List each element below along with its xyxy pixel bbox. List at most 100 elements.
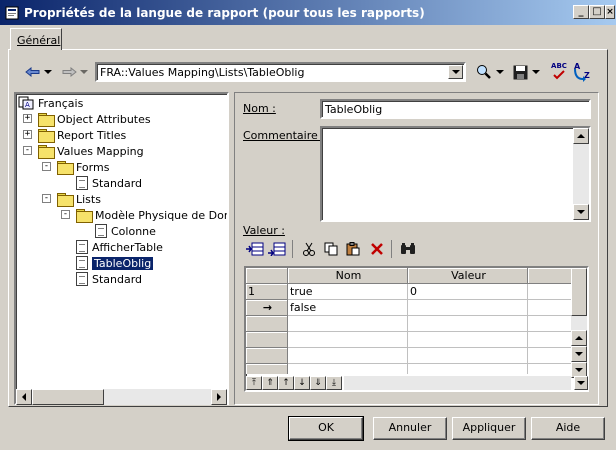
find-row-button[interactable]	[397, 239, 419, 259]
row-header[interactable]	[246, 364, 288, 374]
tree-item-root[interactable]: A Français	[18, 95, 83, 111]
move-down-button[interactable]: ↓	[294, 376, 310, 390]
chevron-up-icon	[575, 336, 583, 340]
tree-item[interactable]: Colonne	[95, 223, 156, 239]
grid-scroll-up[interactable]	[571, 330, 587, 346]
tree-item[interactable]: Forms	[57, 159, 109, 175]
insert-row-button[interactable]	[244, 239, 266, 259]
scroll-thumb[interactable]	[32, 389, 104, 405]
expand-icon[interactable]: +	[23, 114, 32, 123]
tree-item[interactable]: AfficherTable	[76, 239, 163, 255]
delete-button[interactable]	[366, 239, 388, 259]
move-up-page-button[interactable]: ⇑	[262, 376, 278, 390]
grid-cell-empty	[528, 300, 571, 316]
move-top-button[interactable]: ⤒	[246, 376, 262, 390]
tree-item[interactable]: Standard	[76, 271, 142, 287]
tree-horizontal-scrollbar[interactable]	[16, 389, 227, 405]
row-header[interactable]	[246, 348, 288, 364]
delete-icon	[371, 243, 383, 255]
name-field[interactable]: TableOblig	[320, 99, 591, 119]
copy-button[interactable]	[320, 239, 342, 259]
expand-icon[interactable]: +	[23, 130, 32, 139]
back-dropdown-icon[interactable]	[44, 70, 52, 74]
grid-scroll-thumb[interactable]	[571, 268, 587, 316]
name-field-value: TableOblig	[325, 103, 383, 116]
grid-cell-valeur[interactable]	[408, 348, 528, 364]
grid-cell-nom[interactable]	[288, 316, 408, 332]
grid-cell-nom[interactable]	[288, 348, 408, 364]
path-dropdown-button[interactable]	[448, 65, 463, 79]
tree-item[interactable]: TableOblig	[76, 255, 154, 271]
collapse-icon[interactable]: -	[61, 210, 70, 219]
close-button[interactable]: ×	[605, 5, 615, 19]
move-bottom-button[interactable]: ⤓	[326, 376, 342, 390]
find-dropdown-icon[interactable]	[496, 70, 504, 74]
row-header[interactable]: 1	[246, 284, 288, 300]
sort-icon: A Z	[572, 62, 594, 82]
tree-item[interactable]: Lists	[57, 191, 101, 207]
ok-button[interactable]: OK	[288, 416, 364, 441]
add-row-button[interactable]	[266, 239, 288, 259]
grid-cell-nom[interactable]	[288, 332, 408, 348]
apply-button[interactable]: Appliquer	[452, 417, 526, 440]
grid-cell-nom[interactable]: true	[288, 284, 408, 300]
scroll-left-button[interactable]	[16, 389, 32, 405]
tree-item-label: Colonne	[111, 224, 156, 238]
grid-cell-valeur[interactable]: 0	[408, 284, 528, 300]
paste-button[interactable]	[342, 239, 364, 259]
grid-cell-valeur[interactable]	[408, 300, 528, 316]
comment-field[interactable]	[320, 126, 591, 222]
cut-button[interactable]	[298, 239, 320, 259]
tree-item[interactable]: Values Mapping	[38, 143, 144, 159]
tree-item[interactable]: Standard	[76, 175, 142, 191]
grid-cell-nom[interactable]	[288, 364, 408, 374]
row-header[interactable]	[246, 316, 288, 332]
comment-scroll-up[interactable]	[573, 128, 589, 144]
grid-cell-nom[interactable]: false	[288, 300, 408, 316]
tab-general[interactable]: Général	[10, 28, 62, 50]
column-header-valeur[interactable]: Valeur	[408, 268, 528, 284]
minimize-button[interactable]: _	[573, 5, 589, 19]
back-button[interactable]	[22, 63, 44, 81]
chevron-down-icon	[577, 381, 585, 385]
row-header[interactable]	[246, 332, 288, 348]
collapse-icon[interactable]: -	[42, 162, 51, 171]
column-header-nom[interactable]: Nom	[288, 268, 408, 284]
values-grid[interactable]: Nom Valeur 1 true 0 → false	[244, 266, 589, 392]
find-button[interactable]	[474, 62, 494, 82]
move-up-button[interactable]: ↑	[278, 376, 294, 390]
tree-item[interactable]: Modèle Physique de Données	[76, 207, 227, 223]
cancel-button[interactable]: Annuler	[373, 417, 447, 440]
tree-item[interactable]: Report Titles	[38, 127, 126, 143]
maximize-button[interactable]: □	[589, 5, 605, 19]
collapse-icon[interactable]: -	[23, 146, 32, 155]
grid-horizontal-scrollbar[interactable]	[344, 376, 571, 390]
folder-icon	[38, 145, 55, 159]
scroll-right-button[interactable]	[211, 389, 227, 405]
grid-scroll-right[interactable]	[574, 376, 588, 390]
path-combo[interactable]: FRA::Values Mapping\Lists\TableOblig	[95, 62, 466, 82]
row-header[interactable]: →	[246, 300, 288, 316]
comment-scroll-track[interactable]	[573, 144, 589, 204]
grid-cell-valeur[interactable]	[408, 364, 528, 374]
move-down-page-button[interactable]: ⇓	[310, 376, 326, 390]
comment-scroll-down[interactable]	[573, 204, 589, 220]
add-row-icon	[268, 242, 286, 256]
help-button[interactable]: Aide	[531, 417, 605, 440]
sort-button[interactable]: A Z	[572, 62, 594, 82]
table-icon	[95, 224, 107, 238]
spell-check-button[interactable]: ABC	[548, 62, 570, 82]
tree-view[interactable]: A Français + Object Attributes + Report Title…	[14, 92, 229, 405]
collapse-icon[interactable]: -	[42, 194, 51, 203]
column-header-empty	[528, 268, 571, 284]
save-dropdown-icon[interactable]	[532, 70, 540, 74]
tab-general-label: Général	[17, 34, 61, 47]
grid-cell-empty	[528, 364, 571, 374]
grid-cell-valeur[interactable]	[408, 332, 528, 348]
grid-cell-valeur[interactable]	[408, 316, 528, 332]
save-button[interactable]	[510, 62, 530, 82]
grid-scroll-down[interactable]	[571, 346, 587, 362]
tree-item[interactable]: Object Attributes	[38, 111, 151, 127]
forward-dropdown-icon[interactable]	[80, 70, 88, 74]
forward-button[interactable]	[58, 63, 80, 81]
